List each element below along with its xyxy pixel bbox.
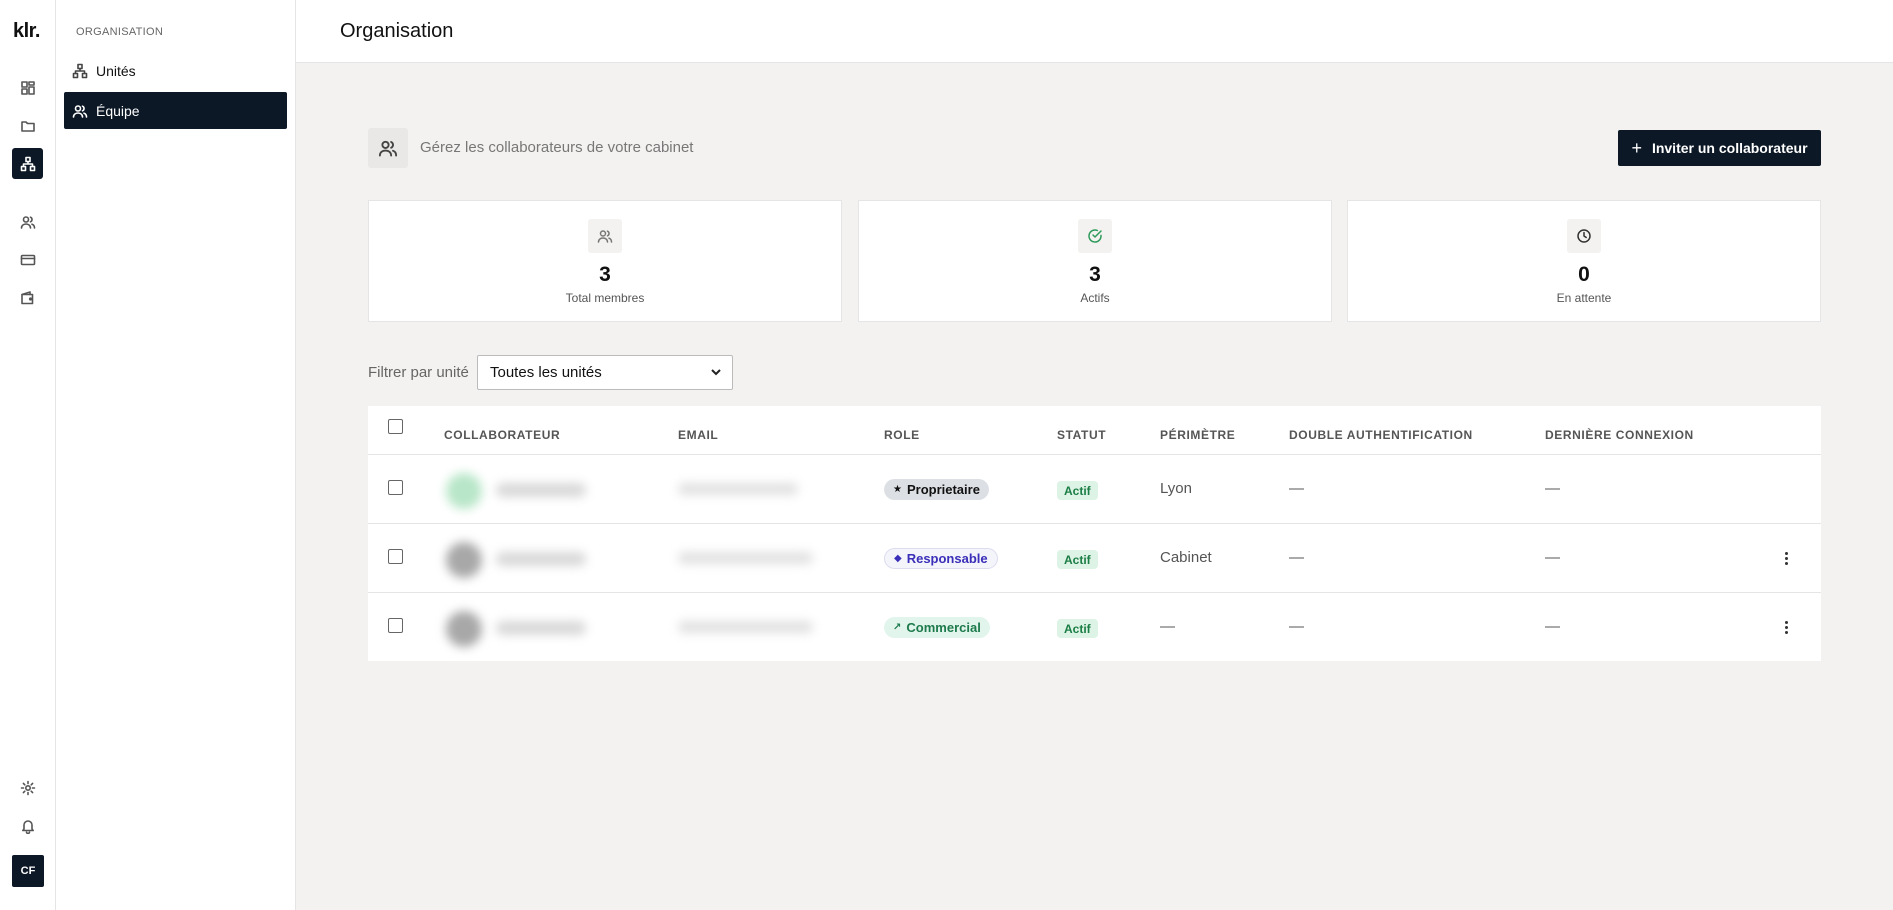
stat-label: En attente xyxy=(1556,291,1612,305)
check-circle-icon xyxy=(1078,219,1112,253)
status-badge: Actif xyxy=(1057,619,1098,638)
column-header-scope[interactable]: PÉRIMÈTRE xyxy=(1160,428,1235,442)
collaborators-table: COLLABORATEUR EMAIL ROLE STATUT PÉRIMÈTR… xyxy=(368,406,1821,661)
clock-icon xyxy=(1567,219,1601,253)
org-tree-icon xyxy=(20,156,35,171)
role-label: Proprietaire xyxy=(906,482,980,497)
collaborator-email-redacted xyxy=(678,483,798,495)
collaborator-name-redacted xyxy=(496,483,586,497)
last-login-value: — xyxy=(1545,549,1560,566)
stat-label: Actifs xyxy=(1080,291,1110,305)
scope-value: — xyxy=(1160,618,1175,635)
column-header-last-login[interactable]: DERNIÈRE CONNEXION xyxy=(1545,428,1694,442)
row-actions-menu[interactable] xyxy=(1779,548,1793,568)
role-label: Commercial xyxy=(906,620,981,635)
app-logo[interactable]: klr. xyxy=(13,20,40,43)
org-tree-icon xyxy=(72,63,88,78)
stat-card-pending: 0 En attente xyxy=(1347,200,1821,322)
stat-value: 3 xyxy=(599,263,611,286)
role-label: Responsable xyxy=(906,551,988,566)
row-checkbox[interactable] xyxy=(388,549,403,564)
dashboard-icon xyxy=(20,80,35,95)
invite-collaborator-button[interactable]: + Inviter un collaborateur xyxy=(1618,130,1821,166)
rail-users[interactable] xyxy=(12,206,43,237)
row-actions-menu[interactable] xyxy=(1779,617,1793,637)
star-icon: ★ xyxy=(893,484,902,495)
diamond-icon: ◆ xyxy=(894,553,902,564)
wallet-icon xyxy=(20,290,33,304)
users-icon xyxy=(20,215,35,229)
chevron-down-icon xyxy=(711,369,721,376)
last-login-value: — xyxy=(1545,480,1560,497)
row-checkbox[interactable] xyxy=(388,618,403,633)
collaborator-email-redacted xyxy=(678,552,813,564)
select-all-checkbox[interactable] xyxy=(388,419,403,434)
icon-rail: klr. CF xyxy=(0,0,56,910)
collaborator-email-redacted xyxy=(678,621,813,633)
users-icon xyxy=(72,104,88,118)
role-badge: ★ Proprietaire xyxy=(884,479,989,500)
user-avatar[interactable]: CF xyxy=(12,855,44,887)
users-icon xyxy=(588,219,622,253)
subnav-item-equipe[interactable]: Équipe xyxy=(64,92,287,129)
avatar xyxy=(446,611,482,647)
page-title: Organisation xyxy=(340,20,454,42)
last-login-value: — xyxy=(1545,618,1560,635)
rail-organisation[interactable] xyxy=(12,148,43,179)
role-badge: ◆ Responsable xyxy=(884,548,998,569)
column-header-email[interactable]: EMAIL xyxy=(678,428,718,442)
invite-button-label: Inviter un collaborateur xyxy=(1651,140,1808,156)
status-badge: Actif xyxy=(1057,550,1098,569)
column-header-2fa[interactable]: DOUBLE AUTHENTIFICATION xyxy=(1289,428,1473,442)
sub-navigation: ORGANISATION Unités Équipe xyxy=(56,0,296,910)
subnav-item-label: Unités xyxy=(96,62,136,79)
trend-arrow-icon: ↗ xyxy=(893,622,902,633)
stat-card-total: 3 Total membres xyxy=(368,200,842,322)
card-icon xyxy=(20,254,35,265)
bell-icon xyxy=(21,819,34,834)
column-header-role[interactable]: ROLE xyxy=(884,428,920,442)
scope-value: Lyon xyxy=(1160,480,1192,497)
stat-card-active: 3 Actifs xyxy=(858,200,1332,322)
collaborator-name-redacted xyxy=(496,621,586,635)
status-badge: Actif xyxy=(1057,481,1098,500)
stat-label: Total membres xyxy=(565,291,645,305)
table-row[interactable]: ★ Proprietaire Actif Lyon — — xyxy=(368,454,1821,523)
rail-notifications[interactable] xyxy=(12,810,43,841)
scope-value: Cabinet xyxy=(1160,549,1212,566)
filter-label: Filtrer par unité xyxy=(368,364,469,381)
table-row[interactable]: ↗ Commercial Actif — — — xyxy=(368,592,1821,661)
rail-folders[interactable] xyxy=(12,110,43,141)
rail-wallet[interactable] xyxy=(12,282,43,313)
twofa-value: — xyxy=(1289,618,1304,635)
subnav-item-unites[interactable]: Unités xyxy=(64,52,287,89)
rail-settings[interactable] xyxy=(12,772,43,803)
avatar xyxy=(446,542,482,578)
filter-selected-value: Toutes les unités xyxy=(490,364,602,381)
folder-icon xyxy=(20,120,35,132)
stat-value: 0 xyxy=(1578,263,1590,286)
role-badge: ↗ Commercial xyxy=(884,617,990,638)
plus-icon: + xyxy=(1631,137,1642,158)
unit-filter-select[interactable]: Toutes les unités xyxy=(477,355,733,390)
users-icon xyxy=(378,140,398,157)
stat-value: 3 xyxy=(1089,263,1101,286)
column-header-status[interactable]: STATUT xyxy=(1057,428,1106,442)
rail-billing[interactable] xyxy=(12,244,43,275)
intro-description: Gérez les collaborateurs de votre cabine… xyxy=(420,139,694,156)
table-row[interactable]: ◆ Responsable Actif Cabinet — — xyxy=(368,523,1821,592)
avatar xyxy=(446,473,482,509)
rail-dashboard[interactable] xyxy=(12,72,43,103)
row-checkbox[interactable] xyxy=(388,480,403,495)
page-header: Organisation xyxy=(296,0,1893,63)
gear-icon xyxy=(20,780,35,795)
subnav-item-label: Équipe xyxy=(96,102,140,119)
team-icon-box xyxy=(368,128,408,168)
subnav-section-title: ORGANISATION xyxy=(76,26,164,38)
column-header-collaborator[interactable]: COLLABORATEUR xyxy=(444,428,560,442)
collaborator-name-redacted xyxy=(496,552,586,566)
twofa-value: — xyxy=(1289,549,1304,566)
twofa-value: — xyxy=(1289,480,1304,497)
